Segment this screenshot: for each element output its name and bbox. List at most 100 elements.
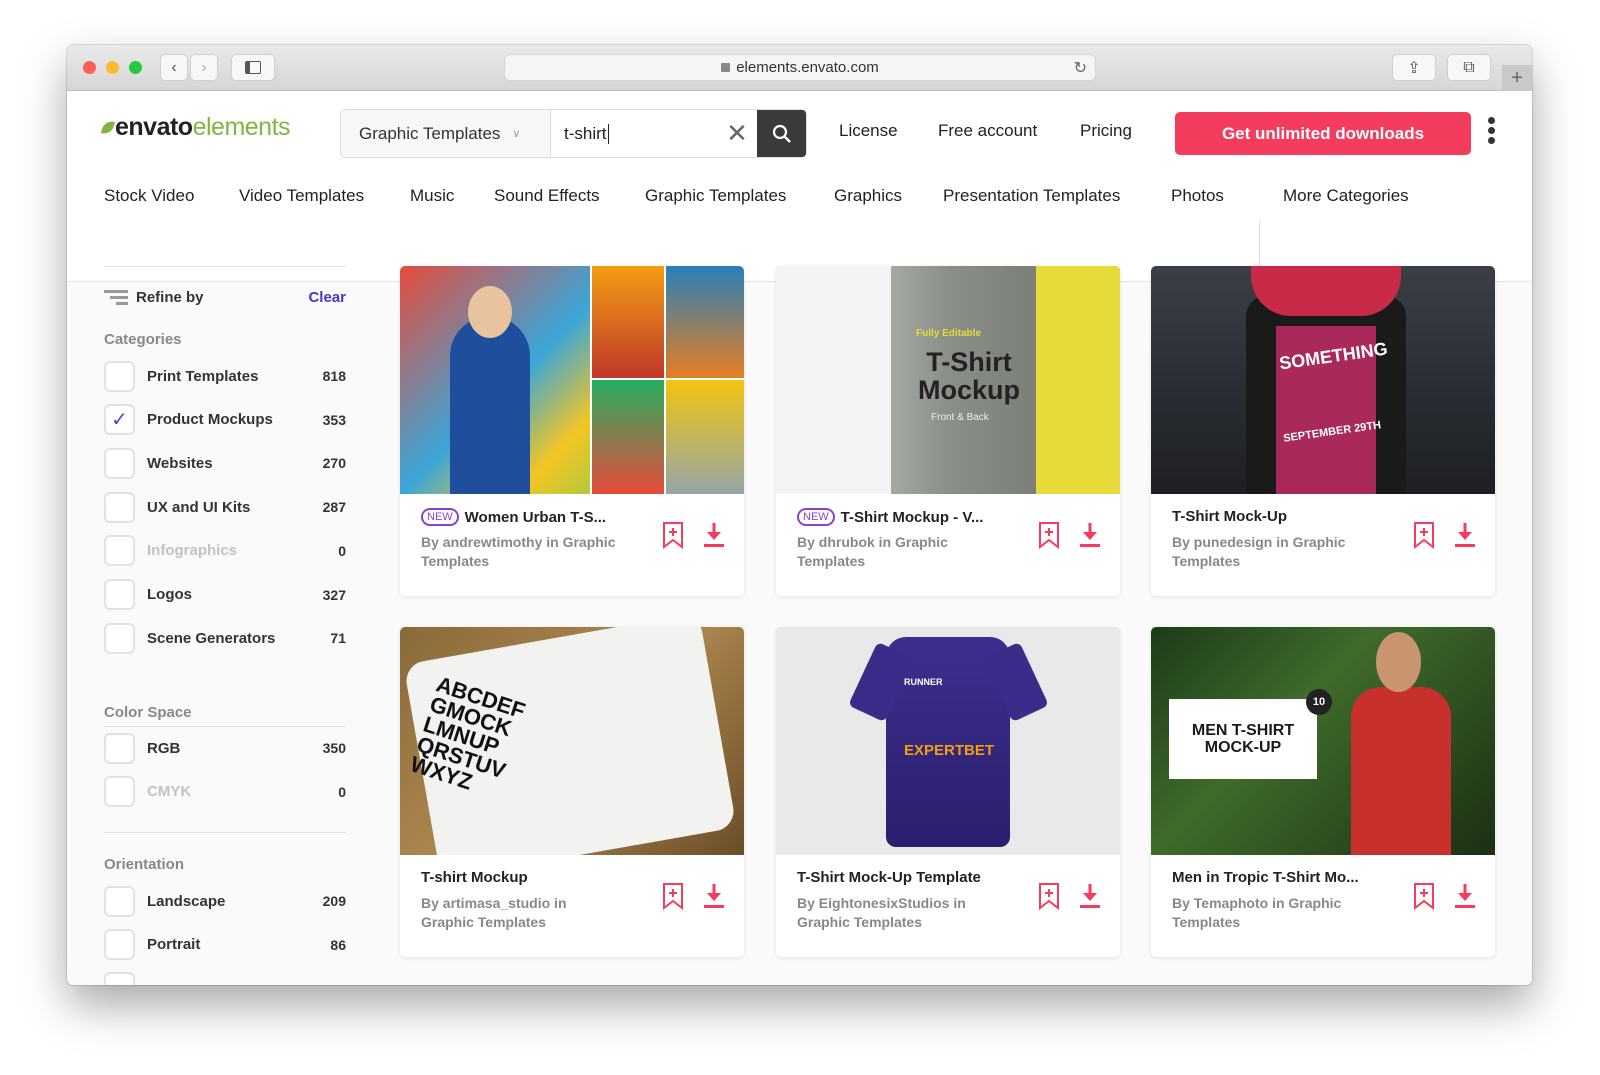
filter-rgb[interactable]: RGB 350 bbox=[104, 732, 346, 764]
nav-more-categories[interactable]: More Categories bbox=[1283, 186, 1409, 206]
product-card[interactable]: SOMETHING SEPTEMBER 29TH T-Shirt Mock-Up… bbox=[1151, 266, 1495, 596]
filter-logos[interactable]: Logos 327 bbox=[104, 579, 346, 611]
new-tab-button[interactable]: + bbox=[1502, 65, 1532, 91]
filter-ux-and-ui-kits[interactable]: UX and UI Kits 287 bbox=[104, 491, 346, 523]
product-thumbnail[interactable]: ABCDEF GMOCK LMNUP QRSTUV WXYZ bbox=[400, 627, 744, 855]
minimize-window-button[interactable] bbox=[106, 61, 119, 74]
nav-sound-effects[interactable]: Sound Effects bbox=[494, 186, 600, 206]
filter-product-mockups[interactable]: ✓ Product Mockups 353 bbox=[104, 404, 346, 436]
card-title-text[interactable]: T-shirt Mockup bbox=[421, 869, 528, 886]
nav-graphics[interactable]: Graphics bbox=[834, 186, 902, 206]
free-account-link[interactable]: Free account bbox=[938, 121, 1037, 141]
download-button[interactable] bbox=[702, 521, 726, 554]
card-title[interactable]: NEW Women Urban T-S... bbox=[421, 508, 606, 526]
checkbox[interactable] bbox=[104, 579, 135, 610]
product-card[interactable]: MEN T-SHIRT MOCK-UP 10 Men in Tropic T-S… bbox=[1151, 627, 1495, 957]
card-title-text[interactable]: T-Shirt Mock-Up bbox=[1172, 508, 1287, 525]
download-button[interactable] bbox=[1453, 521, 1477, 554]
card-title-text[interactable]: T-Shirt Mock-Up Template bbox=[797, 869, 981, 886]
download-icon[interactable] bbox=[1078, 521, 1102, 549]
card-title-text[interactable]: T-Shirt Mockup - V... bbox=[841, 509, 984, 526]
checkbox[interactable] bbox=[104, 971, 135, 985]
checkbox[interactable] bbox=[104, 360, 135, 392]
get-unlimited-downloads-button[interactable]: Get unlimited downloads bbox=[1175, 112, 1471, 155]
card-author[interactable]: By punedesign in Graphic Templates bbox=[1172, 533, 1372, 571]
close-window-button[interactable] bbox=[83, 61, 96, 74]
filter-portrait[interactable]: Portrait 86 bbox=[104, 929, 346, 961]
checkbox[interactable] bbox=[104, 535, 135, 567]
product-thumbnail[interactable] bbox=[400, 266, 744, 494]
clear-filters-link[interactable]: Clear bbox=[308, 289, 346, 306]
license-link[interactable]: License bbox=[839, 121, 898, 141]
card-author[interactable]: By dhrubok in Graphic Templates bbox=[797, 533, 997, 571]
card-title[interactable]: NEW T-Shirt Mockup - V... bbox=[797, 508, 983, 526]
bookmark-button[interactable] bbox=[662, 521, 684, 554]
envato-logo[interactable]: envatoelements bbox=[100, 113, 291, 142]
card-author[interactable]: By Temaphoto in Graphic Templates bbox=[1172, 894, 1372, 932]
download-button[interactable] bbox=[1078, 521, 1102, 554]
card-author[interactable]: By EightonesixStudios in Graphic Templat… bbox=[797, 894, 997, 932]
zoom-window-button[interactable] bbox=[129, 61, 142, 74]
card-title[interactable]: T-Shirt Mock-Up Template bbox=[797, 869, 981, 886]
bookmark-button[interactable] bbox=[1038, 882, 1060, 915]
filter-cmyk[interactable]: CMYK 0 bbox=[104, 776, 346, 808]
card-author[interactable]: By artimasa_studio in Graphic Templates bbox=[421, 894, 621, 932]
product-card[interactable]: Fully Editable T-Shirt Mockup Front & Bac… bbox=[776, 266, 1120, 596]
download-icon[interactable] bbox=[702, 521, 726, 549]
search-button[interactable] bbox=[757, 110, 806, 157]
card-author[interactable]: By andrewtimothy in Graphic Templates bbox=[421, 533, 621, 571]
checkbox[interactable] bbox=[104, 776, 135, 808]
nav-stock-video[interactable]: Stock Video bbox=[104, 186, 194, 206]
product-thumbnail[interactable]: Fully Editable T-Shirt Mockup Front & Bac… bbox=[776, 266, 1120, 494]
bookmark-add-icon[interactable] bbox=[662, 882, 684, 911]
back-button[interactable]: ‹ bbox=[160, 54, 188, 81]
checkbox[interactable]: ✓ bbox=[104, 404, 135, 436]
nav-video-templates[interactable]: Video Templates bbox=[239, 186, 364, 206]
filter-scene-generators[interactable]: Scene Generators 71 bbox=[104, 622, 346, 654]
download-button[interactable] bbox=[1078, 882, 1102, 915]
pricing-link[interactable]: Pricing bbox=[1080, 121, 1132, 141]
search-input[interactable]: t-shirt bbox=[551, 110, 717, 157]
download-button[interactable] bbox=[1453, 882, 1477, 915]
card-title[interactable]: T-Shirt Mock-Up bbox=[1172, 508, 1287, 525]
card-title[interactable]: Men in Tropic T-Shirt Mo... bbox=[1172, 869, 1359, 886]
more-options-icon[interactable] bbox=[1488, 117, 1496, 147]
checkbox[interactable] bbox=[104, 885, 135, 917]
bookmark-add-icon[interactable] bbox=[1038, 521, 1060, 550]
download-icon[interactable] bbox=[1453, 521, 1477, 549]
card-title-text[interactable]: Men in Tropic T-Shirt Mo... bbox=[1172, 869, 1359, 886]
checkbox[interactable] bbox=[104, 732, 135, 764]
bookmark-button[interactable] bbox=[1038, 521, 1060, 554]
filter-landscape[interactable]: Landscape 209 bbox=[104, 885, 346, 917]
forward-button[interactable]: › bbox=[190, 54, 218, 81]
sidebar-toggle-button[interactable] bbox=[231, 54, 275, 81]
checkbox[interactable] bbox=[104, 622, 135, 654]
checkbox[interactable] bbox=[104, 447, 135, 479]
search-category-select[interactable]: Graphic Templates ∨ bbox=[341, 110, 551, 157]
product-card[interactable]: NEW Women Urban T-S... By andrewtimothy i… bbox=[400, 266, 744, 596]
filter-print-templates[interactable]: Print Templates 818 bbox=[104, 360, 346, 392]
product-thumbnail[interactable]: MEN T-SHIRT MOCK-UP 10 bbox=[1151, 627, 1495, 855]
download-icon[interactable] bbox=[1453, 882, 1477, 910]
product-card[interactable]: RUNNER EXPERTBET T-Shirt Mock-Up Templat… bbox=[776, 627, 1120, 957]
address-bar[interactable]: elements.envato.com ↻ bbox=[504, 54, 1096, 81]
nav-presentation-templates[interactable]: Presentation Templates bbox=[943, 186, 1120, 206]
nav-music[interactable]: Music bbox=[410, 186, 454, 206]
checkbox[interactable] bbox=[104, 491, 135, 523]
download-icon[interactable] bbox=[1078, 882, 1102, 910]
bookmark-button[interactable] bbox=[1413, 882, 1435, 915]
bookmark-add-icon[interactable] bbox=[662, 521, 684, 550]
clear-search-button[interactable]: ✕ bbox=[717, 110, 757, 157]
tabs-button[interactable]: ⧉ bbox=[1447, 54, 1491, 81]
product-thumbnail[interactable]: SOMETHING SEPTEMBER 29TH bbox=[1151, 266, 1495, 494]
bookmark-button[interactable] bbox=[1413, 521, 1435, 554]
card-title[interactable]: T-shirt Mockup bbox=[421, 869, 528, 886]
product-card[interactable]: ABCDEF GMOCK LMNUP QRSTUV WXYZ T-shirt M… bbox=[400, 627, 744, 957]
card-title-text[interactable]: Women Urban T-S... bbox=[465, 509, 606, 526]
product-thumbnail[interactable]: RUNNER EXPERTBET bbox=[776, 627, 1120, 855]
nav-graphic-templates[interactable]: Graphic Templates bbox=[645, 186, 786, 206]
reload-icon[interactable]: ↻ bbox=[1074, 58, 1087, 78]
bookmark-button[interactable] bbox=[662, 882, 684, 915]
checkbox[interactable] bbox=[104, 929, 135, 961]
download-button[interactable] bbox=[702, 882, 726, 915]
